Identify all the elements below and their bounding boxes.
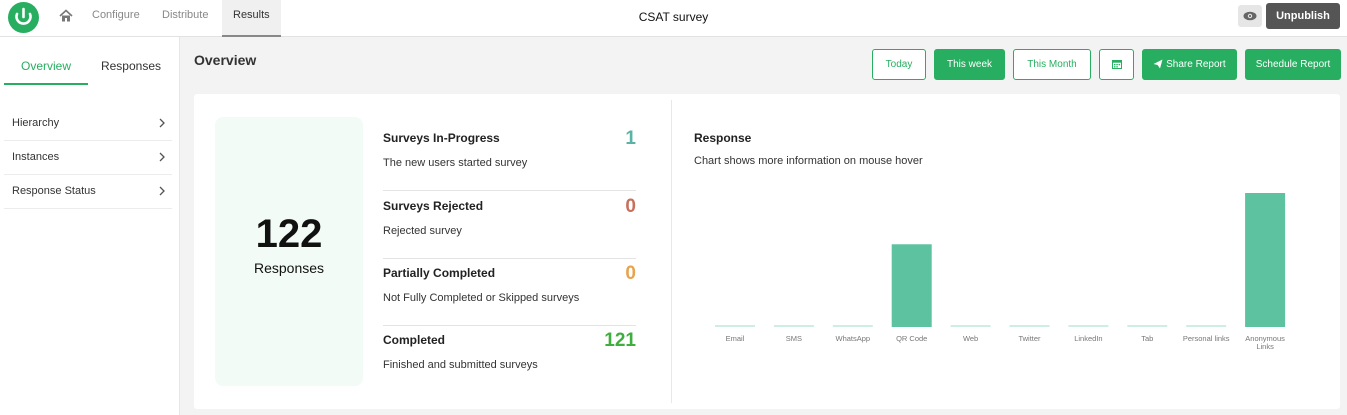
- x-tick-label: QR Code: [896, 334, 927, 343]
- x-tick-label: Anonymous Links: [1245, 334, 1285, 351]
- tab-responses[interactable]: Responses: [92, 59, 170, 85]
- x-tick-label: SMS: [786, 334, 802, 343]
- send-icon: [1153, 59, 1163, 69]
- chart-bar[interactable]: [1186, 325, 1227, 327]
- stat-in-progress: Surveys In-Progress The new users starte…: [383, 124, 636, 191]
- chart-bar[interactable]: [1068, 325, 1109, 327]
- unpublish-button[interactable]: Unpublish: [1266, 3, 1340, 29]
- chart-bar[interactable]: [715, 325, 755, 327]
- x-tick-label: Tab: [1141, 334, 1153, 343]
- x-tick-label: WhatsApp: [835, 334, 870, 343]
- eye-icon: [1243, 11, 1257, 21]
- response-chart-subtitle: Chart shows more information on mouse ho…: [694, 155, 923, 167]
- schedule-report-button[interactable]: Schedule Report: [1245, 49, 1341, 80]
- x-tick-label: Personal links: [1183, 334, 1230, 343]
- filter-today-button[interactable]: Today: [872, 49, 926, 80]
- sidebar: Overview Responses Hierarchy Instances R…: [0, 37, 180, 415]
- overview-card: 122 Responses Surveys In-Progress The ne…: [194, 94, 1340, 409]
- stat-partially-completed: Partially Completed Not Fully Completed …: [383, 259, 636, 326]
- chart-bar[interactable]: [832, 325, 873, 327]
- stat-value: 0: [625, 263, 636, 284]
- stat-value: 1: [625, 128, 636, 149]
- survey-title: CSAT survey: [638, 10, 709, 24]
- chart-bar[interactable]: [773, 325, 814, 327]
- stat-name: Surveys In-Progress: [383, 131, 500, 145]
- vertical-divider: [671, 100, 672, 403]
- sidebar-item-response-status[interactable]: Response Status: [4, 175, 172, 209]
- response-bar-chart: Email SMS WhatsApp QR Code Web Twitter LinkedI…: [715, 193, 1286, 351]
- top-bar: Configure Distribute Results CSAT survey…: [0, 0, 1347, 37]
- x-tick-label: Web: [963, 334, 978, 343]
- sidebar-item-instances[interactable]: Instances: [4, 141, 172, 175]
- total-responses-box: 122 Responses: [215, 117, 363, 386]
- chevron-right-icon: [159, 118, 165, 128]
- total-responses-label: Responses: [253, 260, 325, 276]
- chart-bar[interactable]: [1009, 325, 1050, 327]
- stat-description: The new users started survey: [383, 157, 528, 169]
- total-responses-count: 122: [255, 212, 323, 256]
- x-tick-label: Twitter: [1018, 334, 1041, 343]
- stat-rejected: Surveys Rejected Rejected survey 0: [383, 192, 636, 259]
- calendar-button[interactable]: [1099, 49, 1134, 80]
- chart-bar[interactable]: [950, 325, 991, 327]
- stat-description: Rejected survey: [383, 225, 462, 237]
- stat-description: Not Fully Completed or Skipped surveys: [383, 292, 580, 304]
- chevron-right-icon: [159, 152, 165, 162]
- sidebar-item-hierarchy[interactable]: Hierarchy: [4, 107, 172, 141]
- calendar-icon: [1111, 60, 1122, 70]
- page-title: Overview: [194, 52, 257, 68]
- x-tick-label: Email: [726, 334, 745, 343]
- sidebar-item-label: Instances: [12, 151, 60, 163]
- chart-bar[interactable]: [1245, 193, 1286, 327]
- chart-bar[interactable]: [891, 244, 932, 327]
- chart-bar[interactable]: [1127, 325, 1168, 327]
- share-report-button[interactable]: Share Report: [1142, 49, 1237, 80]
- stat-name: Completed: [383, 333, 446, 347]
- preview-eye-button[interactable]: [1238, 5, 1262, 27]
- filter-this-week-button[interactable]: This week: [934, 49, 1005, 80]
- sidebar-item-label: Response Status: [12, 185, 96, 197]
- response-chart-title: Response: [694, 131, 752, 145]
- stat-description: Finished and submitted surveys: [383, 359, 538, 371]
- filter-this-month-button[interactable]: This Month: [1013, 49, 1091, 80]
- sidebar-item-label: Hierarchy: [12, 117, 60, 129]
- stat-name: Surveys Rejected: [383, 199, 484, 213]
- share-report-label: Share Report: [1166, 59, 1226, 70]
- stat-completed: Completed Finished and submitted surveys…: [383, 326, 636, 393]
- x-tick-label: LinkedIn: [1074, 334, 1102, 343]
- stat-value: 121: [604, 330, 636, 351]
- chevron-right-icon: [159, 186, 165, 196]
- tab-overview[interactable]: Overview: [4, 59, 88, 85]
- stat-value: 0: [625, 196, 636, 217]
- stat-name: Partially Completed: [383, 266, 496, 280]
